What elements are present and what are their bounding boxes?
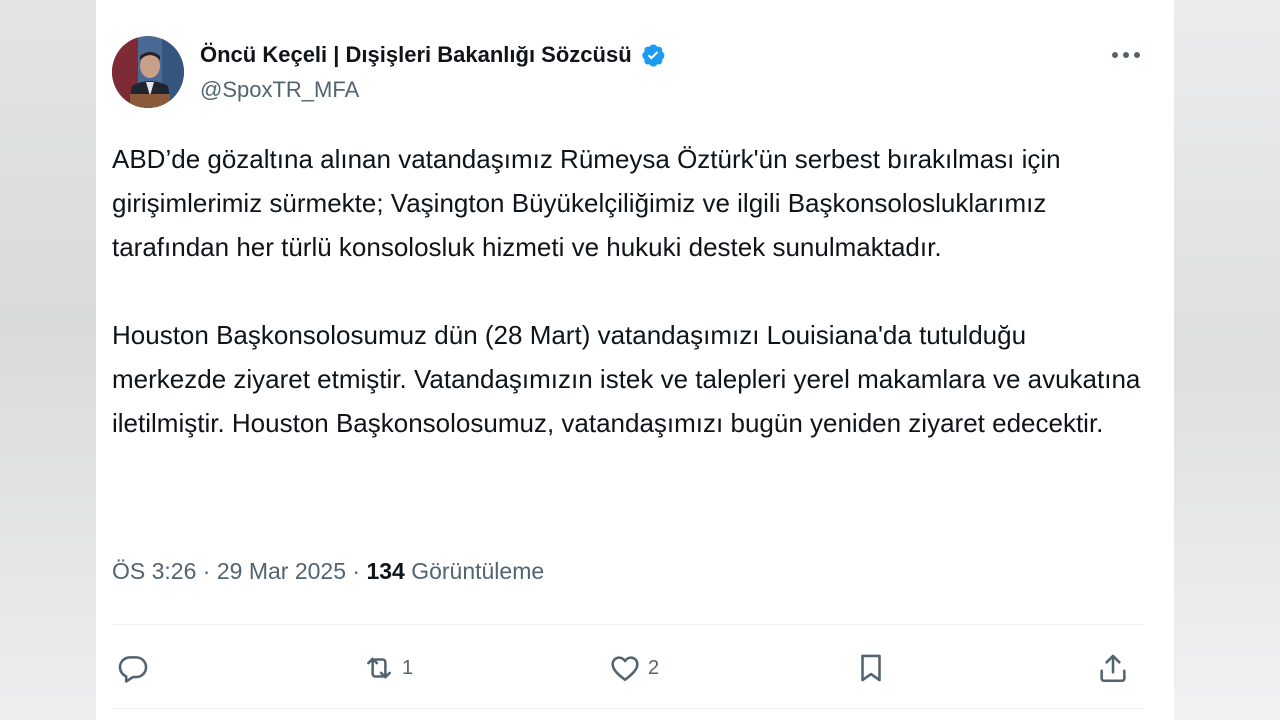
retweet-button[interactable]: 1: [362, 646, 413, 690]
share-button[interactable]: [1096, 646, 1136, 690]
background-left: [0, 0, 96, 720]
reply-button[interactable]: [116, 646, 156, 690]
author-name-row: Öncü Keçeli | Dışişleri Bakanlığı Sözcüs…: [200, 40, 666, 70]
author-name[interactable]: Öncü Keçeli | Dışişleri Bakanlığı Sözcüs…: [200, 42, 632, 68]
tweet-card: Öncü Keçeli | Dışişleri Bakanlığı Sözcüs…: [96, 0, 1174, 720]
tweet-date[interactable]: 29 Mar 2025: [217, 558, 346, 584]
divider: [112, 708, 1144, 709]
retweet-count: 1: [402, 656, 414, 679]
heart-icon: [611, 656, 639, 682]
meta-separator: ·: [202, 558, 211, 584]
like-count: 2: [648, 656, 660, 679]
more-options-button[interactable]: [1106, 40, 1146, 70]
meta-separator: ·: [352, 558, 361, 584]
tweet-paragraph: Houston Başkonsolosumuz dün (28 Mart) va…: [112, 320, 1141, 438]
tweet-paragraph: ABD’de gözaltına alınan vatandaşımız Rüm…: [112, 144, 1061, 262]
divider: [112, 624, 1144, 625]
share-icon: [1100, 654, 1126, 683]
views-count: 134: [366, 558, 405, 584]
action-bar: 1 2: [112, 646, 1144, 690]
bookmark-button[interactable]: [854, 646, 894, 690]
author-handle[interactable]: @SpoxTR_MFA: [200, 77, 359, 103]
tweet-time[interactable]: ÖS 3:26: [112, 558, 196, 584]
tweet-meta: ÖS 3:26 · 29 Mar 2025 · 134 Görüntüleme: [112, 558, 544, 585]
reply-icon: [118, 656, 148, 683]
background-right: [1174, 0, 1280, 720]
verified-badge-icon: [640, 42, 666, 68]
more-dots-icon: [1112, 52, 1140, 58]
like-button[interactable]: 2: [608, 646, 659, 690]
retweet-icon: [367, 657, 391, 679]
bookmark-icon: [861, 654, 881, 682]
tweet-text: ABD’de gözaltına alınan vatandaşımız Rüm…: [112, 137, 1142, 445]
views-label: Görüntüleme: [411, 558, 545, 584]
avatar[interactable]: [112, 36, 184, 108]
